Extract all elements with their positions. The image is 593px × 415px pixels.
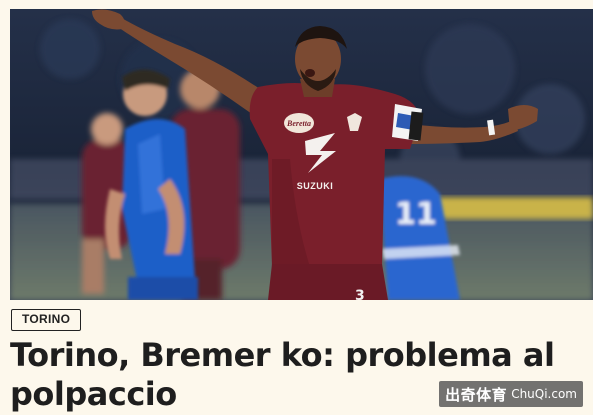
shirt-sponsor-suzuki: SUZUKI <box>297 181 334 191</box>
category-tag[interactable]: TORINO <box>11 309 82 331</box>
hero-photo: 11 Beretta SUZUKI 3 <box>10 9 593 300</box>
opponent-shirt-number: 11 <box>395 197 437 232</box>
watermark-chinese: 出奇体育 <box>445 385 508 404</box>
watermark-url: ChuQi.com <box>511 387 577 401</box>
article-hero-image[interactable]: 11 Beretta SUZUKI 3 <box>10 9 593 300</box>
shirt-sponsor-beretta: Beretta <box>286 119 311 128</box>
player-shorts-number: 3 <box>355 288 365 300</box>
site-watermark: 出奇体育 ChuQi.com <box>439 381 583 407</box>
